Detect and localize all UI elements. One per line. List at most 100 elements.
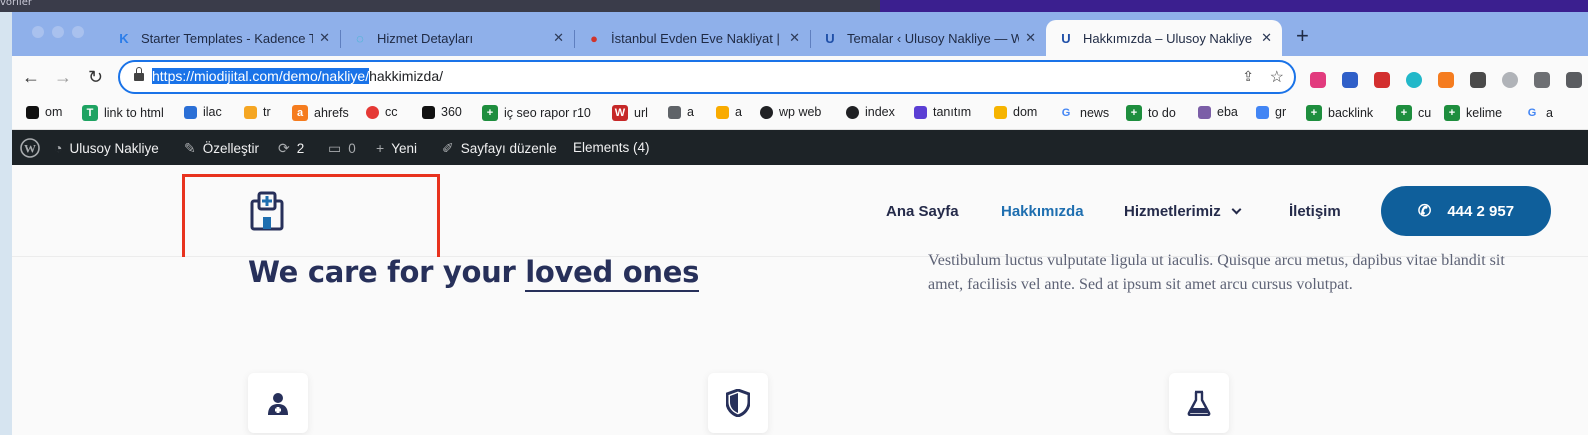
page-content: We care for your loved ones Vestibulum l… bbox=[12, 252, 1588, 435]
browser-tab[interactable]: ◌ Hizmet Detayları ✕ bbox=[340, 20, 574, 56]
kadence-icon: K bbox=[119, 30, 129, 46]
nav-about[interactable]: Hakkımızda bbox=[1001, 203, 1084, 220]
tab-close-icon[interactable]: ✕ bbox=[319, 30, 330, 46]
bookmark-item[interactable]: 360 bbox=[422, 105, 462, 119]
globe-icon bbox=[846, 105, 859, 119]
loading-spinner-icon: ◌ bbox=[356, 30, 364, 46]
figure-icon bbox=[668, 105, 681, 119]
bookmark-item[interactable]: eba bbox=[1198, 105, 1238, 119]
extension-fox-icon[interactable] bbox=[1438, 72, 1454, 88]
browser-tab[interactable]: U Hakkımızda – Ulusoy Nakliye ✕ bbox=[1046, 20, 1282, 56]
bookmark-item[interactable]: + backlink bbox=[1306, 105, 1373, 121]
bookmark-item[interactable]: + kelime bbox=[1444, 105, 1502, 121]
bookmark-item[interactable]: tr bbox=[244, 105, 271, 119]
bookmark-item[interactable]: a bbox=[716, 105, 742, 119]
bookmark-item[interactable]: Ga bbox=[1524, 105, 1553, 121]
window-minimize-dot[interactable] bbox=[52, 26, 64, 38]
bookmark-label: dom bbox=[1013, 105, 1038, 119]
wordpress-logo-icon[interactable]: W bbox=[20, 138, 40, 158]
wp-elements[interactable]: Elements (4) bbox=[573, 140, 650, 155]
back-arrow-icon[interactable]: ← bbox=[22, 65, 40, 89]
extension-seo-icon[interactable] bbox=[1374, 72, 1390, 88]
comment-bubble-icon: ▭ bbox=[328, 140, 342, 156]
browser-tab[interactable]: ● İstanbul Evden Eve Nakliyat | S ✕ bbox=[574, 20, 810, 56]
bookmark-item[interactable]: dom bbox=[994, 105, 1037, 119]
browser-toolbar: ← → ↻ https://miodijital.com/demo/nakliy… bbox=[12, 56, 1588, 98]
url-text[interactable]: https://miodijital.com/demo/nakliye/hakk… bbox=[152, 68, 443, 84]
google-icon: G bbox=[1527, 107, 1537, 119]
wp-new[interactable]: + Yeni bbox=[376, 140, 417, 156]
wp-customize[interactable]: ✎ Özelleştir bbox=[184, 140, 259, 157]
bookmark-item[interactable]: index bbox=[846, 105, 895, 119]
bookmark-item[interactable]: wp web bbox=[760, 105, 821, 119]
wp-updates[interactable]: ⟳ 2 bbox=[278, 140, 304, 157]
extension-puzzle-icon[interactable] bbox=[1566, 72, 1582, 88]
browser-tab[interactable]: U Temalar ‹ Ulusoy Nakliye — Wo ✕ bbox=[810, 20, 1046, 56]
triangle-icon bbox=[422, 105, 435, 119]
bookmark-item[interactable]: gr bbox=[1256, 105, 1286, 119]
tab-close-icon[interactable]: ✕ bbox=[1261, 30, 1272, 46]
shield-feature-card[interactable] bbox=[708, 373, 768, 433]
analytics-icon bbox=[716, 105, 729, 119]
address-bar[interactable]: https://miodijital.com/demo/nakliye/hakk… bbox=[118, 60, 1296, 94]
extension-arrow-icon[interactable] bbox=[1342, 72, 1358, 88]
extension-spinner-icon[interactable] bbox=[1406, 72, 1422, 88]
bookmark-item[interactable]: a bbox=[668, 105, 694, 119]
window-zoom-dot[interactable] bbox=[72, 26, 84, 38]
bookmark-label: index bbox=[865, 105, 895, 119]
bookmark-star-icon[interactable]: ☆ bbox=[1270, 67, 1284, 87]
flask-feature-card[interactable] bbox=[1169, 373, 1229, 433]
forward-arrow-icon[interactable]: → bbox=[54, 65, 72, 89]
sheets-icon: + bbox=[1444, 105, 1460, 121]
doctor-feature-card[interactable] bbox=[248, 373, 308, 433]
nav-services[interactable]: Hizmetlerimiz bbox=[1124, 203, 1242, 220]
bookmark-item[interactable]: ilac bbox=[184, 105, 222, 119]
wp-customize-label: Özelleştir bbox=[202, 141, 259, 156]
nav-contact[interactable]: İletişim bbox=[1289, 203, 1341, 220]
tab-close-icon[interactable]: ✕ bbox=[553, 30, 564, 46]
window-close-dot[interactable] bbox=[32, 26, 44, 38]
w-circle-icon: W bbox=[612, 105, 628, 121]
bookmark-item[interactable]: a ahrefs bbox=[292, 105, 349, 121]
ring-icon bbox=[366, 105, 379, 119]
browser-tab[interactable]: K Starter Templates - Kadence T ✕ bbox=[104, 20, 340, 56]
bookmark-item[interactable]: Tlink to html bbox=[82, 105, 164, 121]
tab-close-icon[interactable]: ✕ bbox=[1025, 30, 1036, 46]
nav-home[interactable]: Ana Sayfa bbox=[886, 203, 959, 220]
wp-comments[interactable]: ▭ 0 bbox=[328, 140, 356, 157]
bookmark-item[interactable]: tanıtım bbox=[914, 105, 971, 119]
bookmark-item[interactable]: om bbox=[26, 105, 62, 119]
bookmark-item[interactable]: + iç seo rapor r10 bbox=[482, 105, 591, 121]
reload-icon[interactable]: ↻ bbox=[88, 65, 103, 89]
new-tab-button[interactable]: + bbox=[1296, 25, 1309, 47]
bookmark-label: tanıtım bbox=[933, 105, 972, 119]
wp-site-name-label: Ulusoy Nakliye bbox=[69, 140, 159, 156]
lock-icon[interactable] bbox=[134, 67, 144, 81]
bookmark-label: om bbox=[45, 105, 63, 119]
extension-shield-icon[interactable] bbox=[1310, 72, 1326, 88]
extension-shield-grey-icon[interactable] bbox=[1502, 72, 1518, 88]
extension-spy-icon[interactable] bbox=[1534, 72, 1550, 88]
u-logo-icon: U bbox=[1061, 30, 1071, 46]
ahrefs-icon: a bbox=[292, 105, 308, 121]
extension-dropper-icon[interactable] bbox=[1470, 72, 1486, 88]
tab-close-icon[interactable]: ✕ bbox=[789, 30, 800, 46]
dashboard-gauge-icon: ◔ bbox=[54, 140, 63, 156]
section-heading: We care for your loved ones bbox=[248, 255, 699, 292]
wp-edit-page[interactable]: ✐ Sayfayı düzenle bbox=[442, 140, 557, 157]
bookmark-item[interactable]: Gnews bbox=[1058, 105, 1109, 121]
share-icon[interactable]: ⇪ bbox=[1242, 68, 1254, 85]
tab-strip: K Starter Templates - Kadence T ✕ ◌ Hizmet D… bbox=[12, 12, 1588, 56]
bookmark-item[interactable]: Wurl bbox=[612, 105, 648, 121]
site-header: Ana Sayfa Hakkımızda Hizmetlerimiz İleti… bbox=[12, 165, 1588, 266]
tab-title: İstanbul Evden Eve Nakliyat | S bbox=[611, 30, 784, 46]
bookmark-item[interactable]: + cu bbox=[1396, 105, 1431, 121]
bookmark-item[interactable]: + to do bbox=[1126, 105, 1176, 121]
wp-comments-count: 0 bbox=[348, 141, 356, 156]
wp-site-name[interactable]: ◔ Ulusoy Nakliye bbox=[54, 140, 159, 156]
bookmark-item[interactable]: cc bbox=[366, 105, 398, 119]
bookmark-label: a bbox=[735, 105, 742, 119]
bookmark-label: kelime bbox=[1466, 106, 1503, 120]
phone-call-button[interactable]: ✆ 444 2 957 bbox=[1381, 186, 1551, 236]
globe-icon bbox=[760, 105, 773, 119]
